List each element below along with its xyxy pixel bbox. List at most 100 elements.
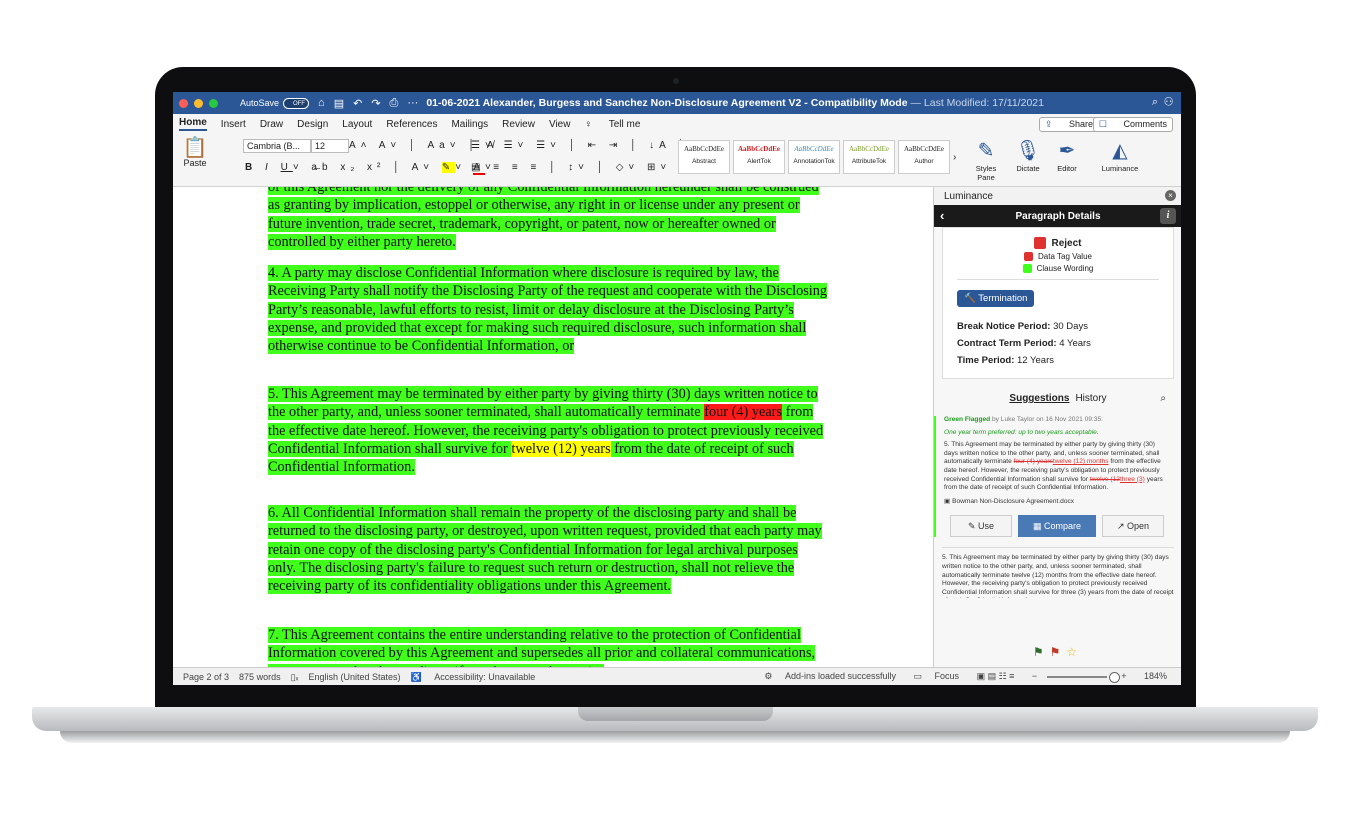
dictate-button[interactable]: 🎙 Dictate	[1008, 138, 1048, 173]
suggestion-card-2[interactable]: 5. This Agreement may be terminated by e…	[942, 547, 1174, 598]
status-right: ⚙ Add-ins loaded successfully ▭ Focus ▣ …	[754, 671, 1167, 683]
pane-search-icon[interactable]: ⌕	[1160, 393, 1166, 404]
legend-clause: Clause Wording	[957, 264, 1159, 273]
comments-button[interactable]: ☐ Comments	[1092, 117, 1173, 132]
tab-references[interactable]: References	[386, 119, 437, 130]
tab-mailings[interactable]: Mailings	[451, 119, 488, 130]
paragraph-6: 6. All Confidential Information shall re…	[268, 505, 822, 595]
redo-icon[interactable]: ↷	[371, 97, 380, 110]
pane-title: Luminance	[934, 187, 1181, 205]
zoom-slider[interactable]	[1047, 671, 1121, 683]
compare-button[interactable]: ▦ Compare	[1018, 515, 1096, 538]
suggestions-tabs: Suggestions History ⌕	[934, 393, 1181, 404]
time-period-tag[interactable]: twelve (12) years	[511, 440, 611, 457]
tab-design[interactable]: Design	[297, 119, 328, 130]
tab-review[interactable]: Review	[502, 119, 535, 130]
close-pane-icon[interactable]: ×	[1165, 190, 1176, 201]
termination-tag[interactable]: 🔨 Termination	[957, 290, 1035, 307]
focus-button[interactable]: ▭ Focus	[914, 671, 960, 681]
tell-me-search[interactable]: ♀ Tell me	[584, 119, 640, 130]
contract-term-tag[interactable]: four (4) years	[704, 404, 782, 421]
document-canvas[interactable]: of this Agreement nor the delivery of an…	[173, 187, 933, 667]
styles-pane-icon: ✎	[977, 140, 995, 162]
font-format-tools[interactable]: B I U˅ a̶b x₂ x² │ A˅ ✎˅ A˅	[245, 162, 496, 175]
paragraph-4: 4. A party may disclose Confidential Inf…	[268, 265, 828, 355]
clause-swatch	[1022, 264, 1032, 273]
print-icon[interactable]: ⎙	[390, 97, 399, 110]
autosave-toggle[interactable]: OFF	[283, 97, 310, 109]
source-document[interactable]: ▣ Bowman Non-Disclosure Agreement.docx	[944, 498, 1166, 507]
accessibility-status[interactable]: ♿ Accessibility: Unavailable	[411, 672, 536, 683]
suggestion-card: Green Flagged by Luke Taylor on 16 Nov 2…	[934, 416, 1174, 538]
font-size-select[interactable]: 12	[311, 139, 349, 153]
proofing-icon[interactable]: ▯ₓ	[291, 672, 299, 683]
legend-data-tag: Data Tag Value	[957, 252, 1159, 261]
info-icon[interactable]: i	[1160, 208, 1176, 224]
luminance-pane: Luminance × ‹ Paragraph Details i Reject…	[933, 187, 1181, 667]
legend-reject: Reject	[957, 237, 1159, 249]
paragraph-7: 7. This Agreement contains the entire un…	[268, 626, 828, 667]
ribbon-tabs: Home Insert Draw Design Layout Reference…	[173, 114, 1181, 134]
styles-pane-button[interactable]: ✎ Styles Pane	[966, 138, 1006, 182]
back-chevron-icon[interactable]: ‹	[940, 208, 944, 223]
autosave-label: AutoSave	[240, 98, 280, 108]
use-button[interactable]: ✎ Use	[950, 515, 1012, 538]
microphone-icon: 🎙	[1015, 140, 1041, 162]
camera	[673, 78, 679, 84]
tab-suggestions[interactable]: Suggestions	[1009, 393, 1069, 404]
style-author[interactable]: AaBbCcDdEe Author	[898, 140, 950, 174]
styles-more-icon[interactable]: ›	[953, 140, 956, 174]
home-icon[interactable]: ⌂	[318, 97, 325, 109]
close-window-button[interactable]	[179, 98, 188, 108]
open-button[interactable]: ↗ Open	[1102, 515, 1164, 538]
tab-layout[interactable]: Layout	[342, 119, 372, 130]
zoom-window-button[interactable]	[209, 98, 218, 108]
save-icon[interactable]: ▤	[334, 97, 344, 110]
tab-draw[interactable]: Draw	[260, 119, 283, 130]
zoom-level[interactable]: 184%	[1144, 671, 1167, 681]
data-tag-swatch	[1024, 252, 1034, 261]
more-icon[interactable]: ···	[407, 97, 418, 109]
tab-view[interactable]: View	[549, 119, 571, 130]
field-contract-term: Contract Term Period: 4 Years	[957, 338, 1091, 349]
zoom-in-button[interactable]: +	[1121, 671, 1126, 681]
paste-button[interactable]: 📋 Paste	[181, 138, 209, 168]
undo-icon[interactable]: ↶	[353, 97, 362, 110]
word-count[interactable]: 875 words	[239, 672, 281, 682]
minimize-window-button[interactable]	[194, 98, 203, 108]
title-bar: AutoSave OFF ⌂ ▤ ↶ ↷ ⎙ ··· 01-06-2021 Al…	[173, 92, 1181, 114]
green-flag-icon[interactable]: ⚑	[1033, 645, 1050, 659]
language[interactable]: English (United States)	[308, 672, 400, 682]
list-tools[interactable]: ☰˅ ☰˅ ☰˅ │ ⇤ ⇥ │ ↓A │ ¶	[471, 140, 707, 151]
search-icon[interactable]: ⌕ ⚇	[1152, 96, 1173, 109]
flag-actions: ⚑⚑☆	[934, 645, 1181, 659]
clipboard-icon: 📋	[182, 137, 208, 159]
luminance-button[interactable]: ◭ Luminance	[1095, 138, 1145, 173]
style-alerttok[interactable]: AaBbCcDdEe AlertTok	[733, 140, 785, 174]
alignment-tools[interactable]: ▤ ≡ ≡ ≡ │ ↕˅ │ ◇˅ ⊞˅	[471, 162, 671, 173]
tab-insert[interactable]: Insert	[221, 119, 246, 130]
share-button[interactable]: ⇪ Share	[1038, 117, 1099, 132]
field-time-period: Time Period: 12 Years	[957, 355, 1054, 366]
paragraph-5: 5. This Agreement may be terminated by e…	[268, 386, 824, 476]
font-name-select[interactable]: Cambria (B...	[243, 139, 311, 153]
star-icon[interactable]: ☆	[1066, 645, 1083, 659]
field-break-notice: Break Notice Period: 30 Days	[957, 321, 1088, 332]
document-title: 01-06-2021 Alexander, Burgess and Sanche…	[426, 97, 1044, 109]
editor-pen-icon: ✒	[1058, 140, 1076, 162]
style-attributetok[interactable]: AaBbCcDdEe AttributeTok	[843, 140, 895, 174]
laptop-base-shadow	[60, 731, 1290, 743]
editor-button[interactable]: ✒ Editor	[1047, 138, 1087, 173]
style-annotationtok[interactable]: AaBbCcDdEe AnnotationTok	[788, 140, 840, 174]
paragraph-details-card: Reject Data Tag Value Clause Wording 🔨 T…	[942, 227, 1174, 379]
style-abstract[interactable]: AaBbCcDdEe Abstract	[678, 140, 730, 174]
status-bar: Page 2 of 3 875 words ▯ₓ English (United…	[173, 667, 1181, 685]
page-count[interactable]: Page 2 of 3	[183, 672, 229, 682]
tab-history[interactable]: History	[1075, 393, 1106, 404]
zoom-out-button[interactable]: −	[1032, 671, 1037, 681]
view-buttons[interactable]: ▣ ▤ ☷ ≡	[977, 671, 1015, 681]
ribbon-home: 📋 Paste Cambria (B... 12 A˄ A˅ │ Aa˅ │ A̸…	[173, 134, 1181, 187]
addins-status: ⚙ Add-ins loaded successfully	[764, 671, 897, 681]
tab-home[interactable]: Home	[179, 117, 207, 131]
red-flag-icon[interactable]: ⚑	[1050, 645, 1067, 659]
